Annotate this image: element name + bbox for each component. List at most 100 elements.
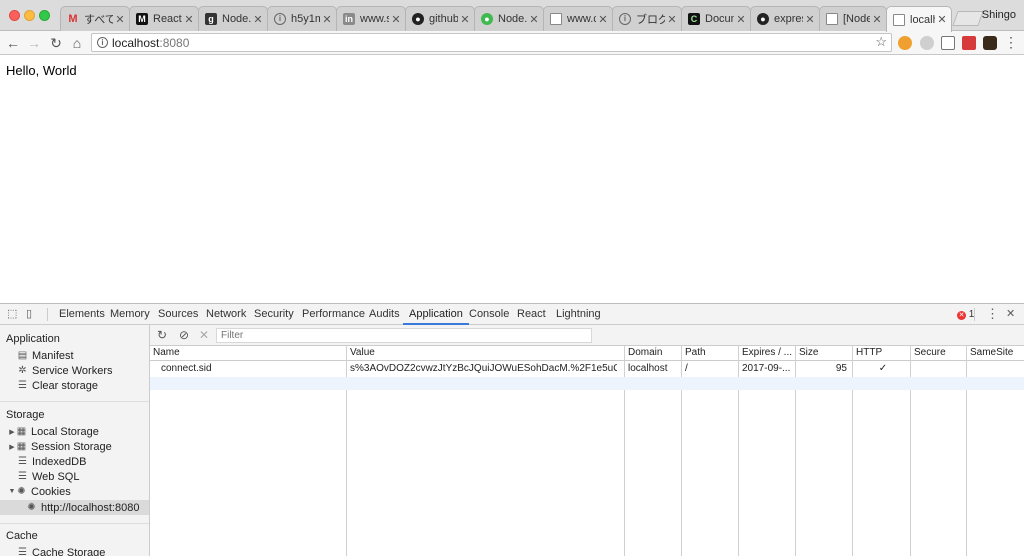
info-icon[interactable]: i <box>97 37 108 48</box>
cloud-extension-icon[interactable] <box>920 36 934 50</box>
minimize-window-button[interactable] <box>24 10 35 21</box>
back-arrow-icon[interactable]: ← <box>3 33 23 53</box>
browser-tab[interactable]: M React ✕ <box>129 6 199 31</box>
sidebar-item-service-workers[interactable]: ✲ Service Workers <box>0 363 149 378</box>
column-header-size[interactable]: Size <box>796 346 853 361</box>
refresh-icon[interactable]: ↻ <box>155 328 169 342</box>
browser-tab[interactable]: ● expres ✕ <box>750 6 820 31</box>
sidebar-item-indexeddb[interactable]: ☰ IndexedDB <box>0 454 149 469</box>
column-header-name[interactable]: Name <box>150 346 347 361</box>
error-count-badge[interactable]: ✕ 1 <box>957 309 974 320</box>
close-tab-icon[interactable]: ✕ <box>460 13 470 26</box>
sidebar-item-clear-storage[interactable]: ☰ Clear storage <box>0 378 149 393</box>
column-header-samesite[interactable]: SameSite <box>967 346 1024 361</box>
browser-tab[interactable]: www.c ✕ <box>543 6 613 31</box>
page-icon <box>893 13 905 26</box>
inspect-element-icon[interactable]: ⬚ <box>7 308 19 320</box>
url-text: localhost:8080 <box>112 36 190 50</box>
chrome-menu-icon[interactable]: ⋮ <box>1004 35 1018 49</box>
goodreads-icon: g <box>205 13 217 25</box>
sidebar-item-cache-storage[interactable]: ☰ Cache Storage <box>0 545 149 556</box>
delete-selected-icon[interactable]: ✕ <box>197 328 211 342</box>
close-tab-icon[interactable]: ✕ <box>805 13 815 26</box>
tab-react[interactable]: React <box>517 304 546 325</box>
sidebar-item-cookies[interactable]: ▼ ✺ Cookies <box>0 484 149 499</box>
close-tab-icon[interactable]: ✕ <box>115 13 125 26</box>
github-icon: ● <box>757 13 769 25</box>
sidebar-item-session-storage[interactable]: ▶ ▦ Session Storage <box>0 439 149 454</box>
browser-tab[interactable]: i h5y1m ✕ <box>267 6 337 31</box>
copy-extension-icon[interactable] <box>941 36 955 50</box>
forward-arrow-icon[interactable]: → <box>24 33 44 53</box>
sidebar-item-local-storage[interactable]: ▶ ▦ Local Storage <box>0 424 149 439</box>
browser-tab-active[interactable]: localho ✕ <box>886 6 952 32</box>
close-tab-icon[interactable]: ✕ <box>667 13 677 26</box>
tab-sources[interactable]: Sources <box>158 304 198 325</box>
column-header-domain[interactable]: Domain <box>625 346 682 361</box>
column-header-value[interactable]: Value <box>347 346 625 361</box>
tab-security[interactable]: Security <box>254 304 294 325</box>
expand-arrow-icon[interactable]: ▶ <box>8 428 16 436</box>
tab-elements[interactable]: Elements <box>59 304 105 325</box>
browser-tab[interactable]: g Node.j ✕ <box>198 6 268 31</box>
cell-path: / <box>685 363 688 374</box>
close-tab-icon[interactable]: ✕ <box>529 13 539 26</box>
tab-lightning[interactable]: Lightning <box>556 304 601 325</box>
tab-console[interactable]: Console <box>469 304 509 325</box>
clear-all-icon[interactable]: ⊘ <box>177 328 191 342</box>
column-header-path[interactable]: Path <box>682 346 739 361</box>
browser-tab[interactable]: ● Node.j ✕ <box>474 6 544 31</box>
close-devtools-icon[interactable]: ✕ <box>1006 308 1018 320</box>
browser-tab[interactable]: ● github ✕ <box>405 6 475 31</box>
filter-input[interactable] <box>216 328 592 343</box>
new-tab-button[interactable] <box>952 11 984 26</box>
column-header-http[interactable]: HTTP <box>853 346 911 361</box>
tab-application[interactable]: Application <box>403 304 469 325</box>
close-tab-icon[interactable]: ✕ <box>872 13 882 26</box>
close-tab-icon[interactable]: ✕ <box>322 13 332 26</box>
browser-tab[interactable]: M すべて ✕ <box>60 6 130 31</box>
tab-title: すべて <box>84 14 113 26</box>
tab-audits[interactable]: Audits <box>369 304 400 325</box>
cookies-panel: ↻ ⊘ ✕ Name Value Domain Path Expires / .… <box>150 325 1024 556</box>
close-tab-icon[interactable]: ✕ <box>253 13 263 26</box>
browser-tab[interactable]: C Docun ✕ <box>681 6 751 31</box>
tab-title: ブログ <box>636 14 665 26</box>
browser-tab[interactable]: [Node. ✕ <box>819 6 887 31</box>
close-tab-icon[interactable]: ✕ <box>184 13 194 26</box>
tab-network[interactable]: Network <box>206 304 246 325</box>
table-row-empty[interactable] <box>150 377 1024 390</box>
bookmark-star-icon[interactable]: ☆ <box>875 34 887 50</box>
device-toolbar-icon[interactable]: ▯ <box>26 308 38 320</box>
extension-icon[interactable] <box>898 36 912 50</box>
cell-expires: 2017-09-... <box>742 363 791 374</box>
cat-extension-icon[interactable] <box>983 36 997 50</box>
tab-performance[interactable]: Performance <box>302 304 365 325</box>
tab-memory[interactable]: Memory <box>110 304 150 325</box>
linkedin-icon: in <box>343 13 355 25</box>
close-tab-icon[interactable]: ✕ <box>391 13 401 26</box>
close-window-button[interactable] <box>9 10 20 21</box>
sidebar-item-manifest[interactable]: ▤ Manifest <box>0 348 149 363</box>
close-tab-icon[interactable]: ✕ <box>937 13 947 26</box>
home-icon[interactable]: ⌂ <box>67 33 87 53</box>
close-tab-icon[interactable]: ✕ <box>736 13 746 26</box>
divider <box>974 308 975 321</box>
expand-arrow-icon[interactable]: ▶ <box>8 443 16 451</box>
collapse-arrow-icon[interactable]: ▼ <box>8 488 16 495</box>
profile-name[interactable]: Shingo <box>982 9 1016 21</box>
extension-icon[interactable] <box>962 36 976 50</box>
devtools-menu-icon[interactable]: ⋮ <box>986 307 999 320</box>
column-header-expires[interactable]: Expires / ... <box>739 346 796 361</box>
browser-tab[interactable]: in www.s ✕ <box>336 6 406 31</box>
zoom-window-button[interactable] <box>39 10 50 21</box>
reload-icon[interactable]: ↻ <box>46 33 66 53</box>
address-bar[interactable]: i localhost:8080 ☆ <box>91 33 892 52</box>
sidebar-header-cache: Cache <box>6 530 38 542</box>
browser-tab[interactable]: i ブログ ✕ <box>612 6 682 31</box>
sidebar-item-web-sql[interactable]: ☰ Web SQL <box>0 469 149 484</box>
tab-title: Docun <box>705 13 734 25</box>
column-header-secure[interactable]: Secure <box>911 346 967 361</box>
sidebar-item-cookie-origin[interactable]: ✺ http://localhost:8080 <box>0 500 149 515</box>
close-tab-icon[interactable]: ✕ <box>598 13 608 26</box>
